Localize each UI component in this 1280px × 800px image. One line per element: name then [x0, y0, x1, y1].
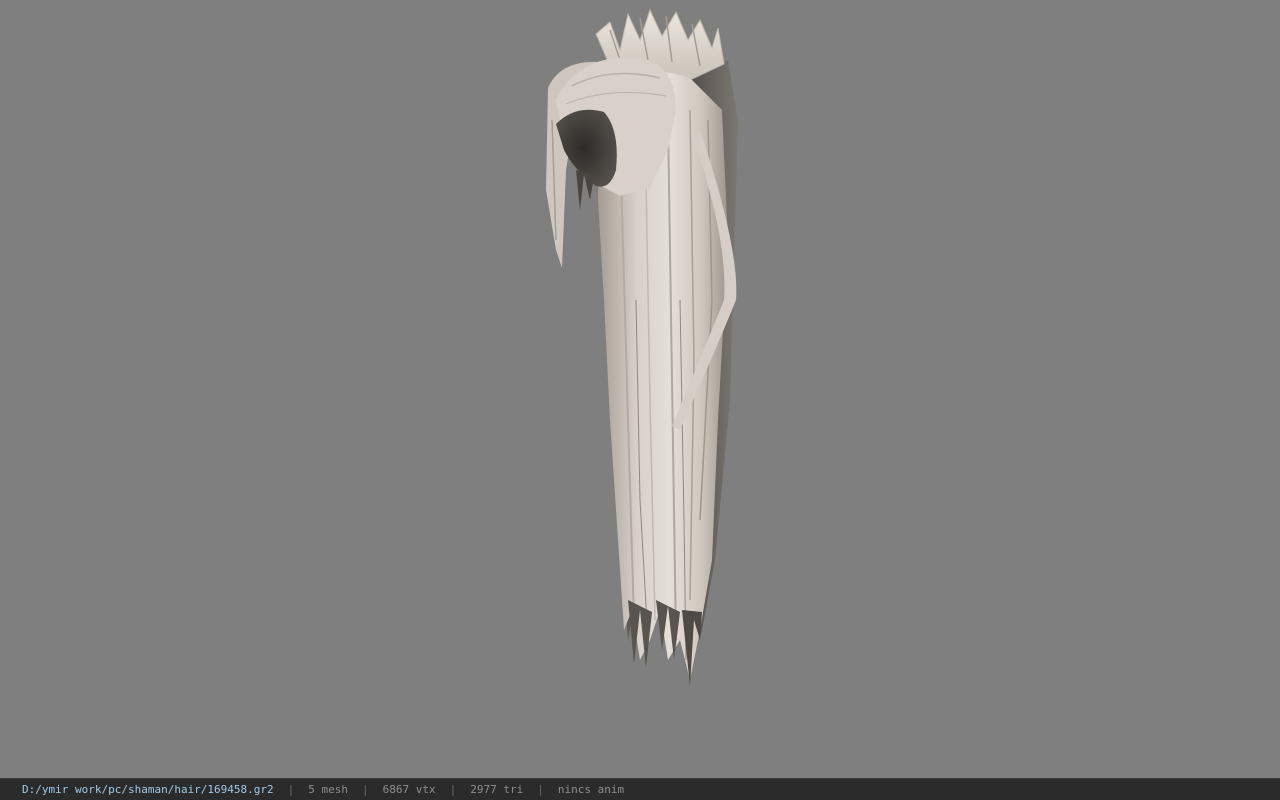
- file-path-text: D:/ymir work/pc/shaman/hair/169458.gr2: [22, 783, 274, 796]
- hair-model-render: [546, 8, 738, 686]
- status-bar: D:/ymir work/pc/shaman/hair/169458.gr2 |…: [0, 778, 1280, 800]
- triangle-count-text: 2977 tri: [470, 783, 524, 796]
- status-separator: |: [449, 783, 457, 796]
- status-separator: |: [537, 783, 544, 796]
- mesh-count-text: 5 mesh: [308, 783, 349, 796]
- vertex-count-text: 6867 vtx: [382, 783, 436, 796]
- model-viewport[interactable]: [0, 0, 1280, 778]
- status-separator: |: [362, 783, 369, 796]
- animation-status-text: nincs anim: [557, 783, 625, 796]
- status-separator: |: [287, 783, 295, 796]
